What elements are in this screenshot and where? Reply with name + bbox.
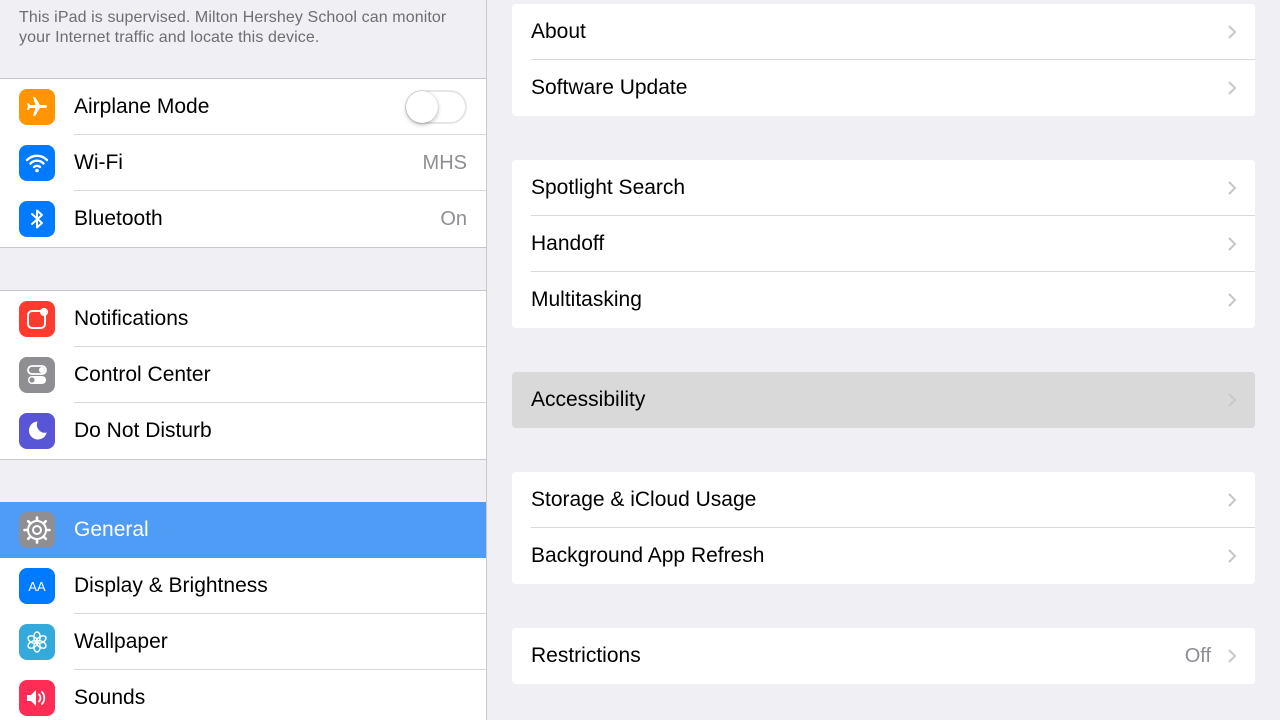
sidebar-item-do-not-disturb[interactable]: Do Not Disturb bbox=[0, 403, 486, 459]
general-item-label: About bbox=[531, 20, 586, 43]
display-icon: AA bbox=[19, 568, 55, 604]
sidebar-item-display-brightness[interactable]: AA Display & Brightness bbox=[0, 558, 486, 614]
pane-divider bbox=[486, 0, 487, 720]
general-group-about: About Software Update bbox=[512, 4, 1255, 116]
notifications-icon bbox=[19, 301, 55, 337]
speaker-icon bbox=[19, 680, 55, 716]
wifi-icon bbox=[19, 145, 55, 181]
chevron-right-icon bbox=[1228, 293, 1237, 307]
general-item-restrictions[interactable]: Restrictions Off bbox=[512, 628, 1255, 684]
general-item-label: Spotlight Search bbox=[531, 176, 686, 199]
chevron-right-icon bbox=[1228, 393, 1237, 407]
general-item-background-app-refresh[interactable]: Background App Refresh bbox=[512, 528, 1255, 584]
airplane-mode-toggle[interactable] bbox=[405, 90, 467, 124]
sidebar-item-wifi[interactable]: Wi-Fi MHS bbox=[0, 135, 486, 191]
sidebar-item-label: Control Center bbox=[74, 363, 211, 386]
general-item-label: Software Update bbox=[531, 76, 688, 99]
chevron-right-icon bbox=[1228, 181, 1237, 195]
sidebar-item-label: Bluetooth bbox=[74, 207, 163, 230]
chevron-right-icon bbox=[1228, 81, 1237, 95]
bluetooth-icon bbox=[19, 201, 55, 237]
general-item-label: Handoff bbox=[531, 232, 605, 255]
sidebar-group-connectivity: Airplane Mode Wi-Fi MHS Bluetooth On bbox=[0, 78, 486, 248]
bluetooth-status-value: On bbox=[440, 208, 467, 230]
general-item-spotlight-search[interactable]: Spotlight Search bbox=[512, 160, 1255, 216]
general-item-storage-icloud-usage[interactable]: Storage & iCloud Usage bbox=[512, 472, 1255, 528]
restrictions-status-value: Off bbox=[1184, 645, 1211, 667]
sidebar-item-label: Do Not Disturb bbox=[74, 419, 212, 442]
general-item-label: Multitasking bbox=[531, 288, 642, 311]
general-group-storage: Storage & iCloud Usage Background App Re… bbox=[512, 472, 1255, 584]
sidebar-item-notifications[interactable]: Notifications bbox=[0, 291, 486, 347]
general-item-accessibility[interactable]: Accessibility bbox=[512, 372, 1255, 428]
general-item-label: Accessibility bbox=[531, 388, 646, 411]
display-icon-text: AA bbox=[28, 578, 46, 594]
wifi-network-value: MHS bbox=[422, 152, 467, 174]
wallpaper-icon bbox=[19, 624, 55, 660]
sidebar-item-sounds[interactable]: Sounds bbox=[0, 670, 486, 720]
sidebar-group-device: General AA Display & Brightness Wallpape… bbox=[0, 502, 486, 720]
settings-sidebar: This iPad is supervised. Milton Hershey … bbox=[0, 0, 486, 720]
sidebar-item-label: Sounds bbox=[74, 686, 146, 709]
sidebar-item-label: Display & Brightness bbox=[74, 574, 268, 597]
chevron-right-icon bbox=[1228, 549, 1237, 563]
chevron-right-icon bbox=[1228, 493, 1237, 507]
chevron-right-icon bbox=[1228, 649, 1237, 663]
sidebar-group-notifications: Notifications Control Center Do Not Dist… bbox=[0, 290, 486, 460]
sidebar-item-airplane-mode: Airplane Mode bbox=[0, 79, 486, 135]
sidebar-item-control-center[interactable]: Control Center bbox=[0, 347, 486, 403]
sidebar-item-general[interactable]: General bbox=[0, 502, 486, 558]
sidebar-item-label: Airplane Mode bbox=[74, 95, 210, 118]
airplane-icon bbox=[19, 89, 55, 125]
general-group-accessibility: Accessibility bbox=[512, 372, 1255, 428]
sidebar-item-bluetooth[interactable]: Bluetooth On bbox=[0, 191, 486, 247]
moon-icon bbox=[19, 413, 55, 449]
sidebar-item-wallpaper[interactable]: Wallpaper bbox=[0, 614, 486, 670]
chevron-right-icon bbox=[1228, 25, 1237, 39]
general-group-restrictions: Restrictions Off bbox=[512, 628, 1255, 684]
control-center-icon bbox=[19, 357, 55, 393]
sidebar-item-label: Wallpaper bbox=[74, 630, 168, 653]
general-group-search: Spotlight Search Handoff Multitasking bbox=[512, 160, 1255, 328]
general-item-label: Background App Refresh bbox=[531, 544, 765, 567]
general-item-label: Restrictions bbox=[531, 644, 641, 667]
sidebar-item-label: Wi-Fi bbox=[74, 151, 123, 174]
general-item-software-update[interactable]: Software Update bbox=[512, 60, 1255, 116]
gear-icon bbox=[19, 512, 55, 548]
general-item-handoff[interactable]: Handoff bbox=[512, 216, 1255, 272]
sidebar-item-label: General bbox=[74, 518, 149, 541]
sidebar-item-label: Notifications bbox=[74, 307, 189, 330]
general-item-multitasking[interactable]: Multitasking bbox=[512, 272, 1255, 328]
toggle-knob bbox=[406, 91, 438, 123]
chevron-right-icon bbox=[1228, 237, 1237, 251]
general-item-label: Storage & iCloud Usage bbox=[531, 488, 757, 511]
general-item-about[interactable]: About bbox=[512, 4, 1255, 60]
supervision-note: This iPad is supervised. Milton Hershey … bbox=[19, 9, 447, 46]
